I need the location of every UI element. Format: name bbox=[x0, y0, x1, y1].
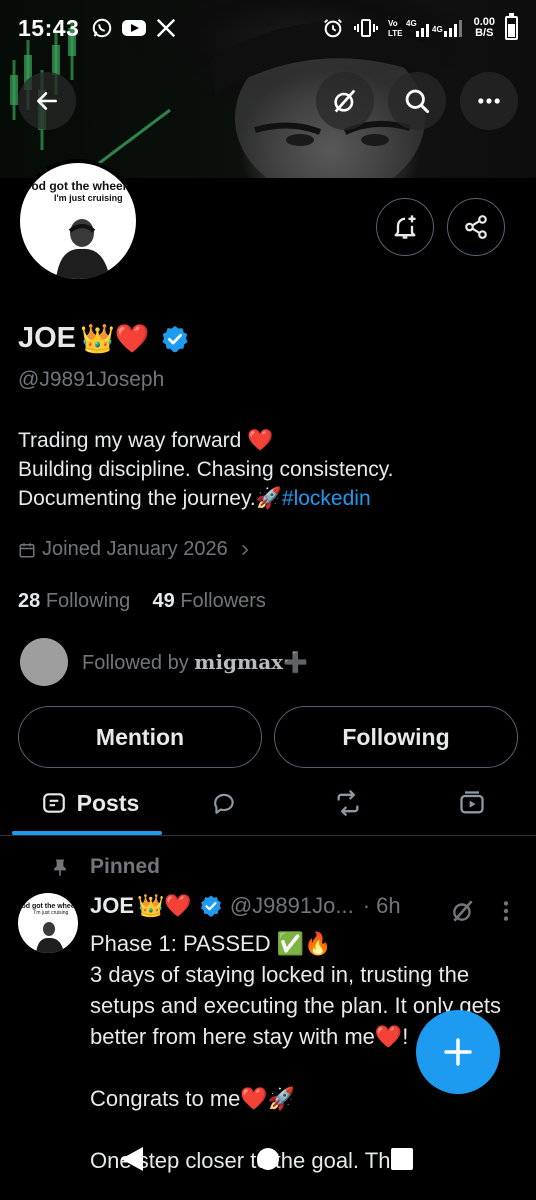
followers-label: Followers bbox=[180, 590, 266, 612]
followed-by-name: migmax➕ bbox=[194, 649, 308, 674]
share-icon bbox=[465, 215, 487, 239]
post-author-name[interactable]: JOE bbox=[90, 893, 134, 919]
battery-icon bbox=[505, 13, 518, 40]
post-avatar-text-line1: God got the wheel bbox=[18, 903, 77, 910]
chevron-right-icon bbox=[241, 544, 249, 555]
pinned-label: Pinned bbox=[90, 855, 161, 878]
system-navigation-bar bbox=[0, 1130, 536, 1200]
svg-text:LTE: LTE bbox=[388, 29, 403, 38]
following-count: 28 bbox=[18, 590, 41, 612]
svg-text:Vo: Vo bbox=[388, 19, 398, 28]
tab-reposts[interactable] bbox=[320, 770, 376, 836]
profile-name-emojis: 👑❤️ bbox=[80, 322, 150, 354]
media-icon bbox=[460, 791, 484, 814]
tab-posts[interactable]: Posts bbox=[20, 770, 160, 836]
joined-date: Joined January 2026 bbox=[42, 538, 228, 560]
posts-icon bbox=[42, 793, 65, 813]
compose-post-button[interactable] bbox=[416, 1010, 500, 1094]
post-avatar-text-line2: I'm just cruising bbox=[34, 910, 69, 916]
followed-by-row[interactable]: Followed by migmax➕ bbox=[20, 638, 308, 686]
more-horizontal-icon bbox=[478, 98, 500, 104]
tab-media[interactable] bbox=[444, 770, 500, 836]
bio-line-2: Building discipline. Chasing consistency… bbox=[18, 458, 394, 481]
whatsapp-icon bbox=[91, 17, 113, 39]
profile-tabs: Posts bbox=[0, 770, 536, 836]
active-tab-indicator bbox=[12, 831, 162, 835]
youtube-icon bbox=[121, 17, 147, 39]
alarm-icon bbox=[322, 17, 344, 39]
more-vertical-icon bbox=[503, 901, 509, 921]
mention-button[interactable]: Mention bbox=[18, 706, 262, 768]
share-button[interactable] bbox=[447, 198, 505, 256]
profile-name-row: JOE 👑❤️ bbox=[18, 322, 190, 355]
post-timestamp[interactable]: · 6h bbox=[363, 893, 401, 919]
back-triangle-icon[interactable] bbox=[118, 1144, 146, 1174]
home-circle-icon[interactable] bbox=[256, 1144, 280, 1174]
search-icon bbox=[405, 89, 430, 114]
profile-handle: @J9891Joseph bbox=[18, 368, 165, 391]
bio-line-3: Documenting the journey.🚀#lockedin bbox=[18, 484, 518, 513]
recents-square-icon[interactable] bbox=[390, 1144, 414, 1174]
post-more-button[interactable] bbox=[496, 898, 516, 929]
bell-plus-icon bbox=[394, 215, 416, 239]
vibrate-icon bbox=[353, 18, 378, 38]
profile-avatar[interactable]: God got the wheel I'm just cruising bbox=[16, 159, 140, 283]
net-speed-unit: B/S bbox=[475, 27, 494, 39]
search-button[interactable] bbox=[388, 72, 446, 130]
post-verified-badge-icon bbox=[200, 895, 221, 917]
verified-badge-icon[interactable] bbox=[160, 324, 190, 354]
repost-icon bbox=[337, 790, 359, 816]
tab-replies[interactable] bbox=[196, 770, 252, 836]
joined-date-row[interactable]: Joined January 2026 bbox=[18, 538, 252, 561]
following-button[interactable]: Following bbox=[274, 706, 518, 768]
post-grok-button[interactable] bbox=[450, 898, 476, 929]
notifications-button[interactable] bbox=[376, 198, 434, 256]
svg-text:4G: 4G bbox=[406, 19, 417, 28]
grok-icon bbox=[334, 89, 356, 113]
following-label: Following bbox=[45, 590, 131, 612]
net-speed: 0.00 B/S bbox=[474, 17, 495, 39]
profile-bio: Trading my way forward ❤️ Building disci… bbox=[18, 426, 518, 513]
followed-by-prefix: Followed by bbox=[82, 651, 189, 674]
back-button[interactable] bbox=[18, 72, 76, 130]
post-header: JOE 👑❤️ @J9891Jo... · 6h bbox=[90, 893, 401, 919]
calendar-icon bbox=[19, 542, 35, 557]
post-avatar-person-graphic bbox=[36, 922, 64, 953]
post-author-handle[interactable]: @J9891Jo... bbox=[230, 893, 354, 919]
grok-button[interactable] bbox=[316, 72, 374, 130]
followers-count: 49 bbox=[152, 590, 175, 612]
pin-icon bbox=[54, 859, 66, 877]
bio-line-3-text: Documenting the journey.🚀 bbox=[18, 487, 282, 510]
bio-line-1: Trading my way forward ❤️ bbox=[18, 429, 274, 452]
status-bar: 15:43 Vo LTE 4G 4G 0.00 B/S bbox=[0, 0, 536, 56]
profile-name: JOE bbox=[18, 322, 77, 354]
status-time: 15:43 bbox=[18, 14, 80, 41]
post-author-avatar[interactable]: God got the wheel I'm just cruising bbox=[18, 893, 78, 953]
avatar-person-graphic bbox=[56, 219, 110, 279]
post-author-emojis: 👑❤️ bbox=[137, 893, 192, 918]
plus-icon bbox=[444, 1038, 472, 1066]
following-stat[interactable]: 28 Following bbox=[18, 590, 130, 612]
svg-text:4G: 4G bbox=[432, 25, 443, 34]
tab-posts-label: Posts bbox=[76, 789, 140, 816]
signal-icon: Vo LTE 4G 4G bbox=[388, 17, 464, 39]
more-options-button[interactable] bbox=[460, 72, 518, 130]
follower-avatar bbox=[20, 638, 68, 686]
followers-stat[interactable]: 49 Followers bbox=[153, 590, 266, 612]
pinned-label-row: Pinned bbox=[50, 855, 160, 879]
follow-stats: 28 Following 49 Followers bbox=[18, 590, 266, 613]
hashtag-link[interactable]: #lockedin bbox=[282, 487, 371, 510]
reply-icon bbox=[214, 793, 234, 814]
x-icon bbox=[155, 17, 177, 39]
arrow-left-icon bbox=[37, 92, 57, 110]
grok-icon bbox=[453, 900, 473, 922]
